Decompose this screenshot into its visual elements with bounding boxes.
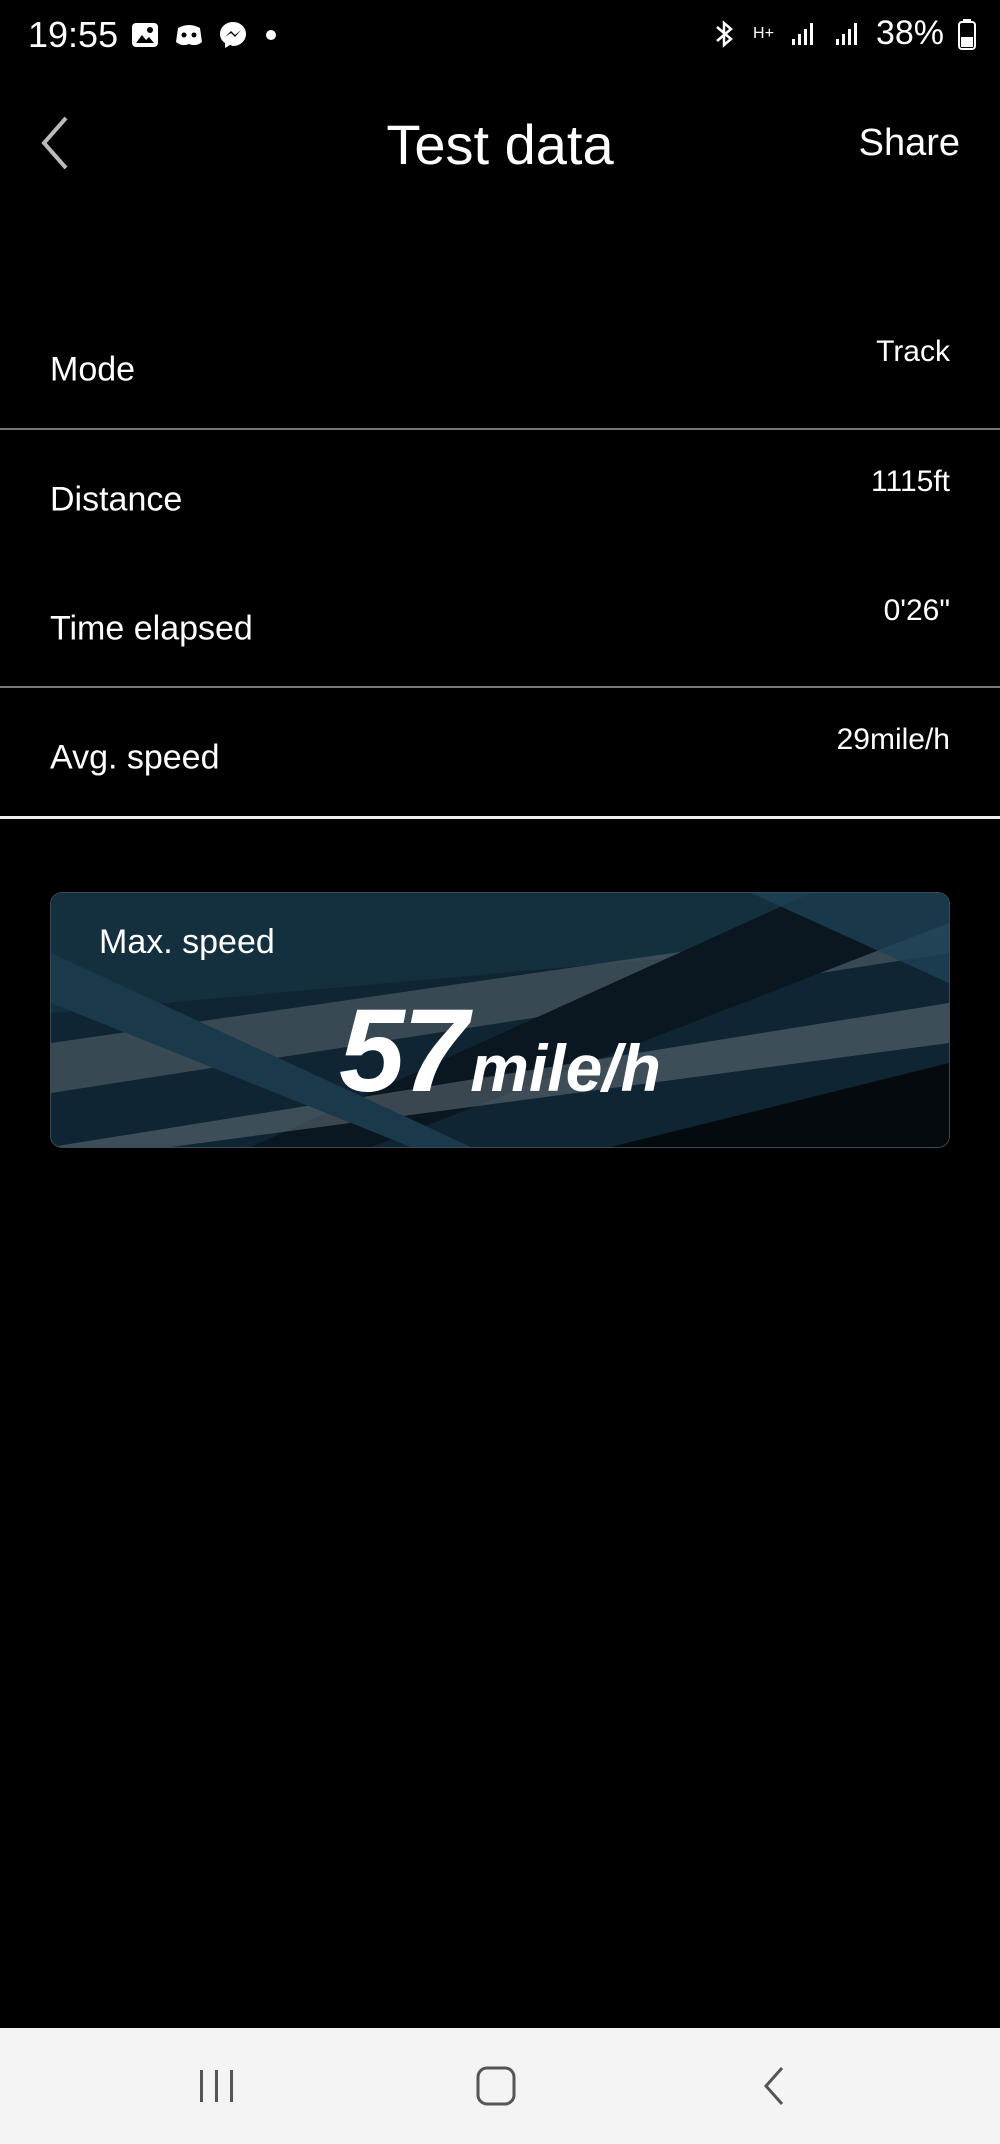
divider: [0, 428, 1000, 430]
system-navbar: [0, 2028, 1000, 2144]
row-time-elapsed: Time elapsed 0'26": [0, 565, 1000, 693]
row-value: 1115ft: [871, 465, 950, 499]
max-speed-label: Max. speed: [99, 923, 275, 961]
divider: [0, 816, 1000, 819]
system-icons: H+ 38%: [709, 14, 976, 53]
bluetooth-icon: [716, 19, 733, 48]
row-label: Mode: [50, 350, 136, 389]
discord-icon: [176, 25, 202, 46]
divider: [0, 686, 1000, 688]
battery-percent: 38%: [875, 14, 944, 52]
network-type: H+: [753, 24, 774, 42]
row-mode: Mode Track: [0, 306, 1000, 434]
share-button[interactable]: Share: [859, 122, 960, 165]
notification-icons: [130, 20, 276, 50]
row-avg-speed: Avg. speed 29mile/h: [0, 694, 1000, 822]
signal-icon: [791, 22, 813, 45]
recents-icon[interactable]: [192, 2064, 242, 2108]
back-icon[interactable]: [752, 2064, 802, 2108]
max-speed-readout: 57mile/h: [51, 983, 949, 1119]
row-value: Track: [876, 335, 950, 369]
battery-icon: [958, 18, 976, 50]
home-icon[interactable]: [472, 2064, 522, 2108]
row-label: Avg. speed: [50, 738, 220, 777]
status-time: 19:55: [28, 14, 119, 55]
row-label: Time elapsed: [50, 609, 253, 648]
status-bar: 19:55 H+ 38%: [0, 0, 1000, 76]
gallery-icon: [132, 23, 158, 47]
max-speed-unit: mile/h: [470, 1031, 661, 1105]
row-distance: Distance 1115ft: [0, 436, 1000, 564]
max-speed-value: 57: [339, 985, 468, 1117]
row-value: 0'26": [883, 594, 950, 628]
row-value: 29mile/h: [836, 723, 950, 757]
signal-2-icon: [835, 22, 857, 45]
messenger-icon: [220, 22, 246, 48]
more-notifications-dot: [266, 30, 276, 40]
row-label: Distance: [50, 480, 183, 519]
app-header: Test data Share: [0, 100, 1000, 190]
page-title: Test data: [386, 113, 614, 176]
max-speed-card: Max. speed 57mile/h: [50, 892, 950, 1148]
